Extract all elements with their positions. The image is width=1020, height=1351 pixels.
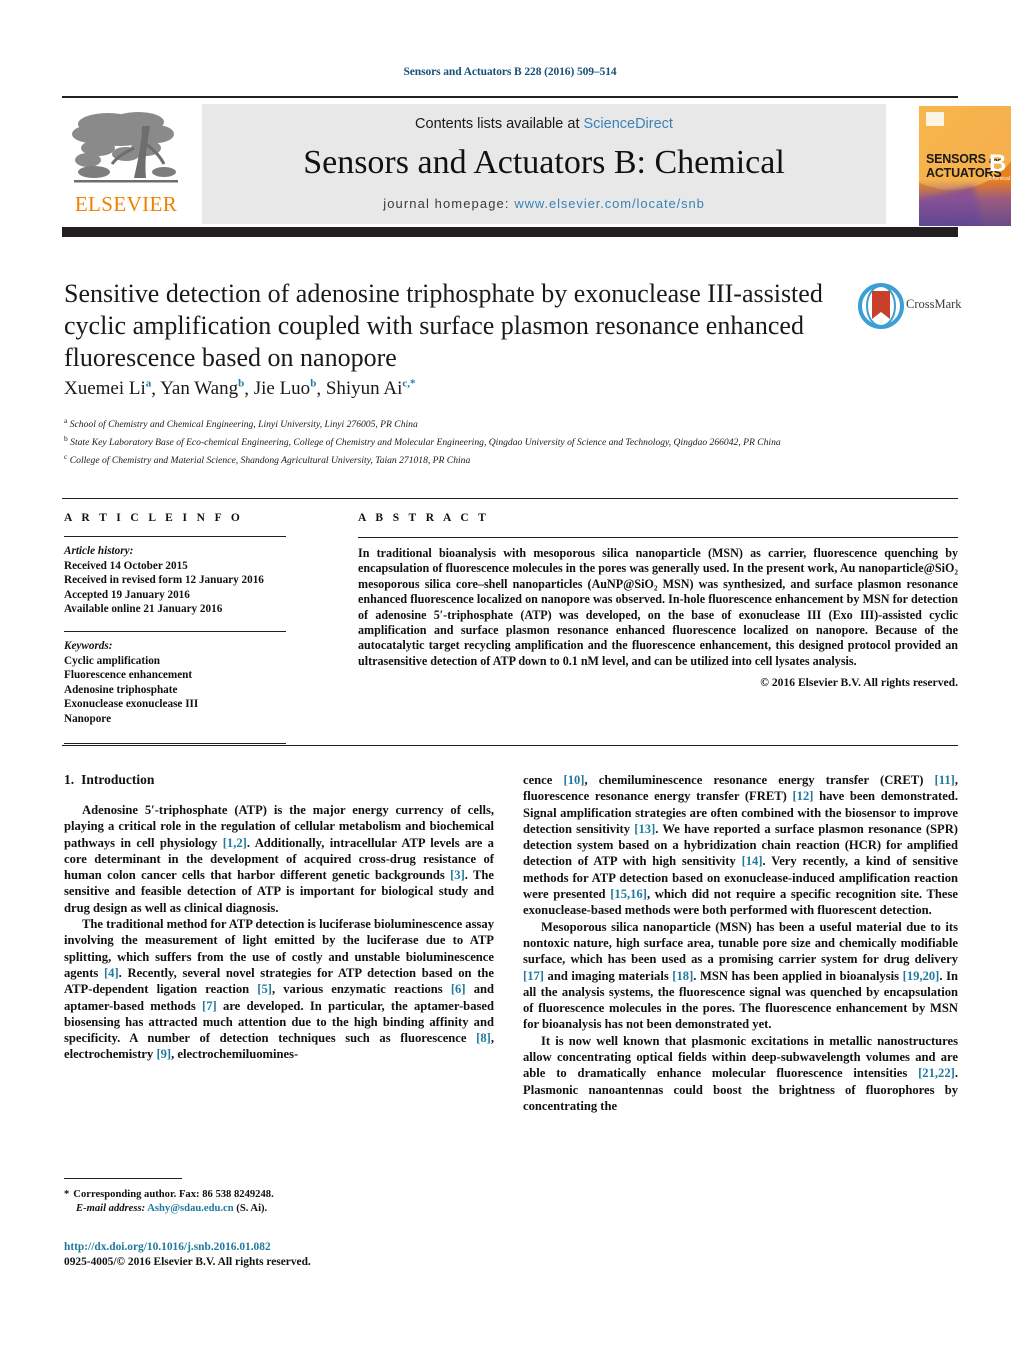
- article-info-column: A R T I C L E I N F O Article history: R…: [64, 512, 332, 744]
- info-section-bottom-rule: [62, 745, 958, 746]
- affiliation-a: a School of Chemistry and Chemical Engin…: [64, 414, 864, 432]
- article-info-heading: A R T I C L E I N F O: [64, 512, 244, 524]
- history-item: Accepted 19 January 2016: [64, 588, 190, 601]
- author-4-marks: c,*: [402, 378, 416, 390]
- keyword-item: Exonuclease exonuclease III: [64, 698, 199, 711]
- cover-artwork: SENSORS and ACTUATORS B Chemical: [919, 106, 1011, 226]
- author-3: Jie Luob: [254, 378, 317, 399]
- author-1-marks: a: [145, 378, 152, 390]
- doi-link[interactable]: http://dx.doi.org/10.1016/j.snb.2016.01.…: [64, 1240, 494, 1255]
- abstract-text: In traditional bioanalysis with mesoporo…: [358, 546, 958, 668]
- author-2-name: Yan Wang: [160, 378, 239, 400]
- body-column-right: cence [10], chemiluminescence resonance …: [523, 772, 958, 1114]
- sciencedirect-link[interactable]: ScienceDirect: [584, 116, 673, 132]
- footer-doi-area: http://dx.doi.org/10.1016/j.snb.2016.01.…: [64, 1240, 494, 1270]
- crossmark-label: CrossMark: [906, 297, 962, 311]
- affiliation-b: b State Key Laboratory Base of Eco-chemi…: [64, 432, 864, 450]
- history-item: Received in revised form 12 January 2016: [64, 574, 264, 587]
- corresponding-author-note: * Corresponding author. Fax: 86 538 82492…: [64, 1188, 494, 1202]
- affiliation-list: a School of Chemistry and Chemical Engin…: [64, 414, 864, 467]
- abstract-rule: [358, 537, 958, 538]
- cover-volume-sub: Chemical: [989, 176, 1010, 182]
- email-link[interactable]: Ashy@sdau.edu.cn: [147, 1203, 233, 1214]
- contents-available-line: Contents lists available at ScienceDirec…: [202, 116, 886, 132]
- cover-sensors-text: SENSORS: [926, 152, 986, 166]
- homepage-label: journal homepage:: [383, 196, 510, 211]
- email-note: E-mail address: Ashy@sdau.edu.cn (S. Ai)…: [64, 1202, 494, 1216]
- paper-page: Sensors and Actuators B 228 (2016) 509–5…: [0, 0, 1020, 1351]
- affiliation-c-text: College of Chemistry and Material Scienc…: [69, 454, 471, 466]
- paragraph: Mesoporous silica nanoparticle (MSN) has…: [523, 919, 959, 1032]
- crossmark-badge[interactable]: CrossMark: [858, 283, 962, 335]
- masthead-bottom-rule: [62, 227, 958, 237]
- elsevier-logo: ELSEVIER: [62, 104, 190, 226]
- affiliation-a-text: School of Chemistry and Chemical Enginee…: [69, 419, 418, 431]
- elsevier-tree-icon: [68, 108, 184, 192]
- paragraph: Adenosine 5′-triphosphate (ATP) is the m…: [64, 803, 494, 915]
- author-4: Shiyun Aic,*: [326, 378, 416, 399]
- affiliation-b-mark: b: [64, 433, 68, 443]
- page-title: Sensitive detection of adenosine triphos…: [64, 279, 823, 372]
- author-1: Xuemei Lia: [64, 378, 151, 399]
- cover-gradient-overlay: [919, 180, 1011, 226]
- homepage-url-link[interactable]: www.elsevier.com/locate/snb: [514, 196, 704, 211]
- article-info-rule-2: [64, 630, 286, 632]
- paragraph: cence [10], chemiluminescence resonance …: [523, 773, 958, 918]
- journal-homepage-line: journal homepage: www.elsevier.com/locat…: [202, 196, 886, 211]
- journal-cover-thumbnail: SENSORS and ACTUATORS B Chemical: [910, 100, 1020, 232]
- author-list: Xuemei Lia, Yan Wangb, Jie Luob, Shiyun …: [64, 378, 416, 400]
- keyword-item: Adenosine triphosphate: [64, 683, 178, 696]
- keyword-item: Cyclic amplification: [64, 654, 161, 667]
- paragraph: It is now well known that plasmonic exci…: [523, 1033, 958, 1113]
- corresponding-marker: *: [64, 1189, 70, 1200]
- abstract-heading: A B S T R A C T: [358, 512, 490, 524]
- masthead-top-rule: [62, 96, 958, 98]
- affiliation-b-text: State Key Laboratory Base of Eco-chemica…: [70, 436, 781, 448]
- author-2: Yan Wangb: [160, 378, 244, 399]
- footnote-area: * Corresponding author. Fax: 86 538 82492…: [64, 1178, 494, 1215]
- abstract-column: A B S T R A C T In traditional bioanalys…: [358, 512, 958, 689]
- section-title: Introduction: [81, 772, 155, 787]
- author-4-name: Shiyun Ai: [325, 378, 403, 400]
- journal-masthead: ELSEVIER Contents lists available at Sci…: [62, 96, 1020, 242]
- keyword-item: Nanopore: [64, 712, 112, 725]
- info-section-top-rule: [62, 498, 958, 499]
- running-head: Sensors and Actuators B 228 (2016) 509–5…: [403, 66, 617, 78]
- elsevier-wordmark: ELSEVIER: [74, 192, 178, 216]
- article-info-rule-3: [64, 742, 286, 744]
- footnote-rule: [64, 1178, 182, 1179]
- section-number: 1.: [64, 772, 75, 787]
- email-owner: (S. Ai).: [236, 1202, 268, 1214]
- cover-volume-letter: B: [989, 150, 1007, 177]
- history-item: Available online 21 January 2016: [64, 603, 223, 616]
- keyword-item: Fluorescence enhancement: [64, 669, 193, 682]
- title-block: Sensitive detection of adenosine triphos…: [64, 278, 844, 374]
- affiliation-a-mark: a: [64, 416, 68, 425]
- author-2-marks: b: [238, 378, 245, 390]
- author-3-name: Jie Luo: [253, 378, 311, 400]
- keywords-title: Keywords:: [64, 639, 113, 652]
- abstract-copyright: © 2016 Elsevier B.V. All rights reserved…: [760, 676, 958, 690]
- email-label: E-mail address:: [76, 1202, 146, 1214]
- issn-copyright-line: 0925-4005/© 2016 Elsevier B.V. All right…: [64, 1256, 311, 1268]
- author-3-marks: b: [310, 378, 317, 390]
- affiliation-c-mark: c: [64, 451, 68, 461]
- body-column-left: 1. Introduction Adenosine 5′-triphosphate…: [64, 772, 494, 1063]
- history-item: Received 14 October 2015: [64, 559, 188, 572]
- article-history-title: Article history:: [64, 545, 134, 557]
- journal-band: Contents lists available at ScienceDirec…: [202, 104, 886, 224]
- journal-title: Sensors and Actuators B: Chemical: [303, 144, 785, 181]
- keywords-group: Keywords: Cyclic amplification Fluoresce…: [64, 639, 332, 727]
- crossmark-icon: [858, 283, 904, 329]
- affiliation-c: c College of Chemistry and Material Scie…: [64, 450, 864, 468]
- author-1-name: Xuemei Li: [64, 378, 146, 400]
- corresponding-text: Corresponding author. Fax: 86 538 824924…: [73, 1189, 274, 1200]
- cover-elsevier-mark-icon: [926, 112, 944, 126]
- article-history-group: Article history: Received 14 October 201…: [64, 544, 332, 617]
- contents-prefix: Contents lists available at: [415, 116, 584, 132]
- article-info-rule-1: [64, 536, 286, 537]
- section-heading-introduction: 1. Introduction: [64, 772, 494, 788]
- paragraph: The traditional method for ATP detection…: [64, 917, 494, 1062]
